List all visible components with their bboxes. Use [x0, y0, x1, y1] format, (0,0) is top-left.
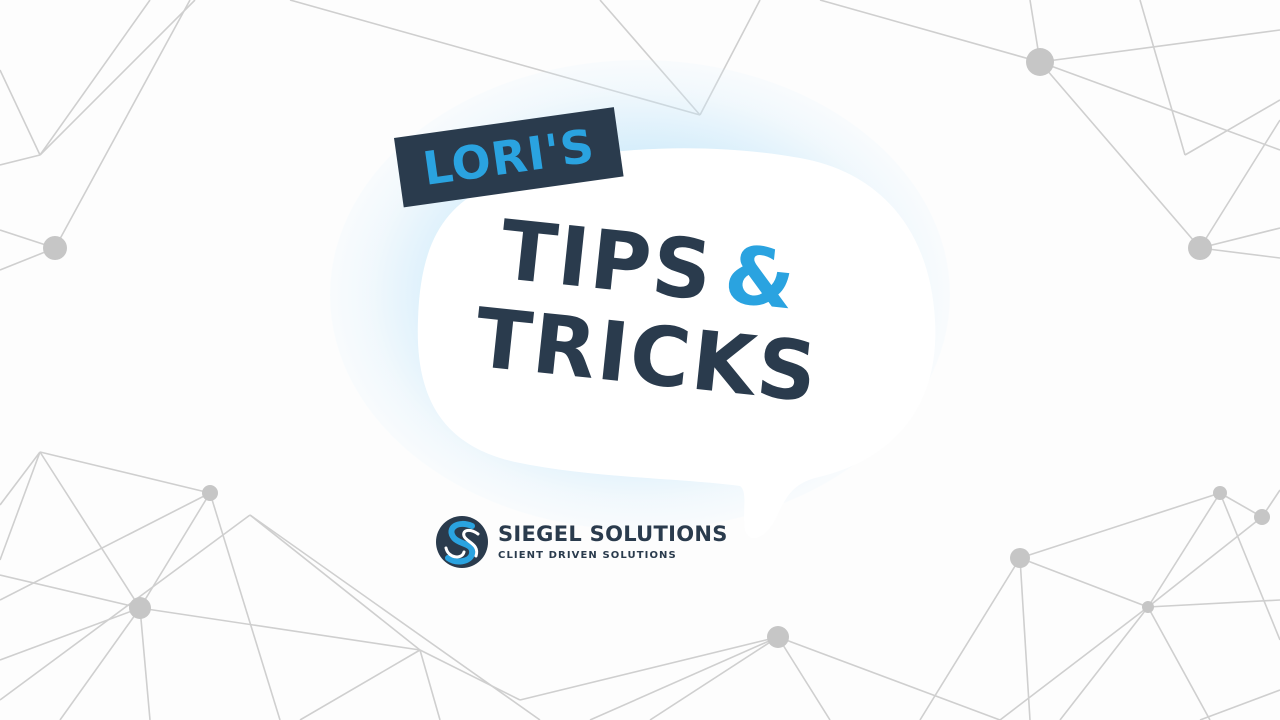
brand-logo: SIEGEL SOLUTIONS CLIENT DRIVEN SOLUTIONS: [434, 514, 728, 570]
headline-ampersand: &: [720, 227, 802, 328]
headline: TIPS& TRICKS: [470, 203, 832, 421]
brand-text: SIEGEL SOLUTIONS CLIENT DRIVEN SOLUTIONS: [498, 522, 728, 561]
title-card: LORI'S TIPS& TRICKS SIEGEL SOLUTIONS CLI…: [0, 0, 1280, 720]
tag-label: LORI'S: [419, 118, 598, 196]
brand-tagline: CLIENT DRIVEN SOLUTIONS: [498, 549, 677, 561]
siegel-s-logo-icon: [436, 516, 488, 568]
brand-name: SIEGEL SOLUTIONS: [498, 522, 728, 547]
